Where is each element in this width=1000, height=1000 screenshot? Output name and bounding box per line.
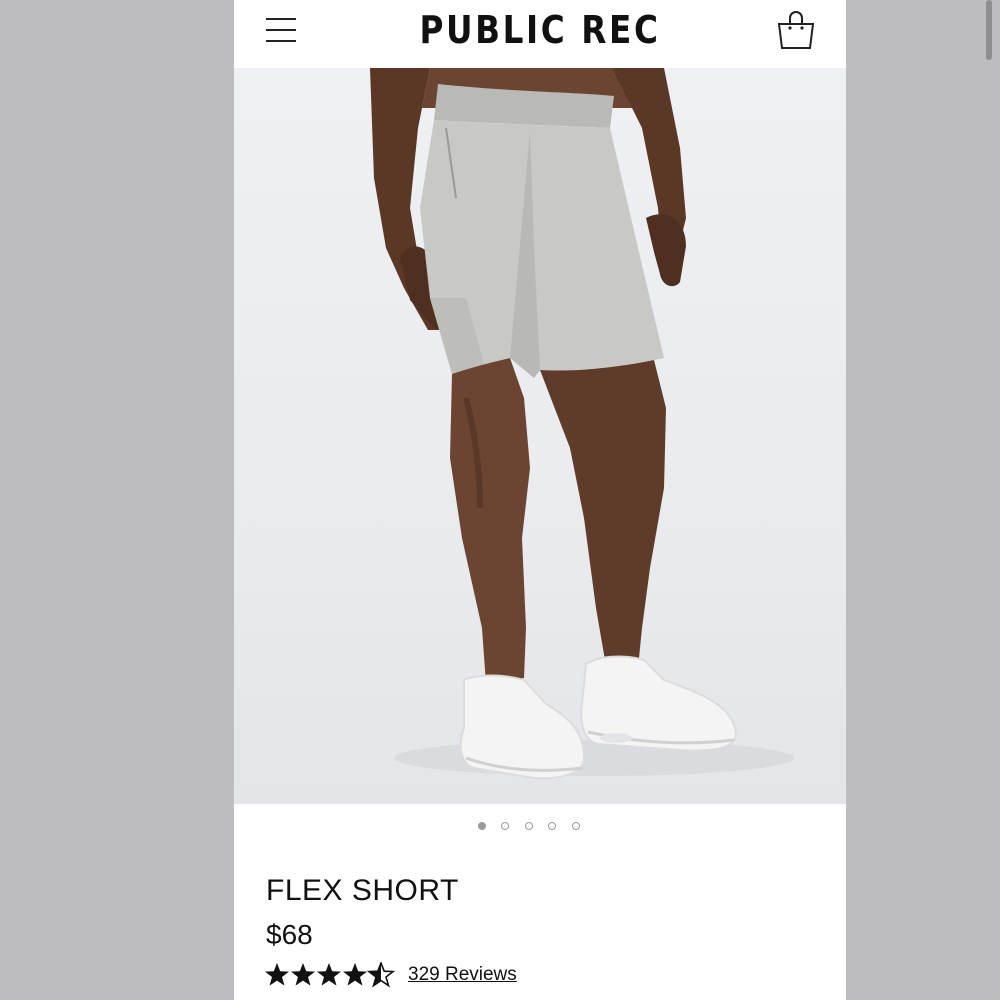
star-rating-icon — [265, 962, 394, 987]
carousel-dot-1[interactable] — [478, 822, 486, 830]
shopping-bag-icon — [777, 11, 815, 49]
carousel-indicators — [478, 820, 598, 834]
brand-logo[interactable]: PUBLIC REC — [277, 8, 803, 52]
site-header: PUBLIC REC — [234, 0, 846, 68]
product-page: PUBLIC REC FLEX SHORT $68 329 Reviews — [234, 0, 846, 1000]
reviews-link[interactable]: 329 Reviews — [408, 964, 517, 986]
product-image[interactable] — [234, 68, 846, 804]
scrollbar[interactable] — [986, 0, 992, 60]
product-price: $68 — [266, 919, 313, 950]
carousel-dot-3[interactable] — [525, 822, 533, 830]
left-background — [0, 0, 234, 1000]
carousel-dot-5[interactable] — [572, 822, 580, 830]
product-photo — [370, 68, 794, 780]
cart-button[interactable] — [774, 8, 818, 52]
carousel-dot-4[interactable] — [548, 822, 556, 830]
product-title: FLEX SHORT — [266, 874, 459, 907]
screen: PUBLIC REC FLEX SHORT $68 329 Reviews — [0, 0, 1000, 1000]
right-background — [846, 0, 1000, 1000]
product-rating: 329 Reviews — [264, 960, 584, 990]
carousel-dot-2[interactable] — [501, 822, 509, 830]
